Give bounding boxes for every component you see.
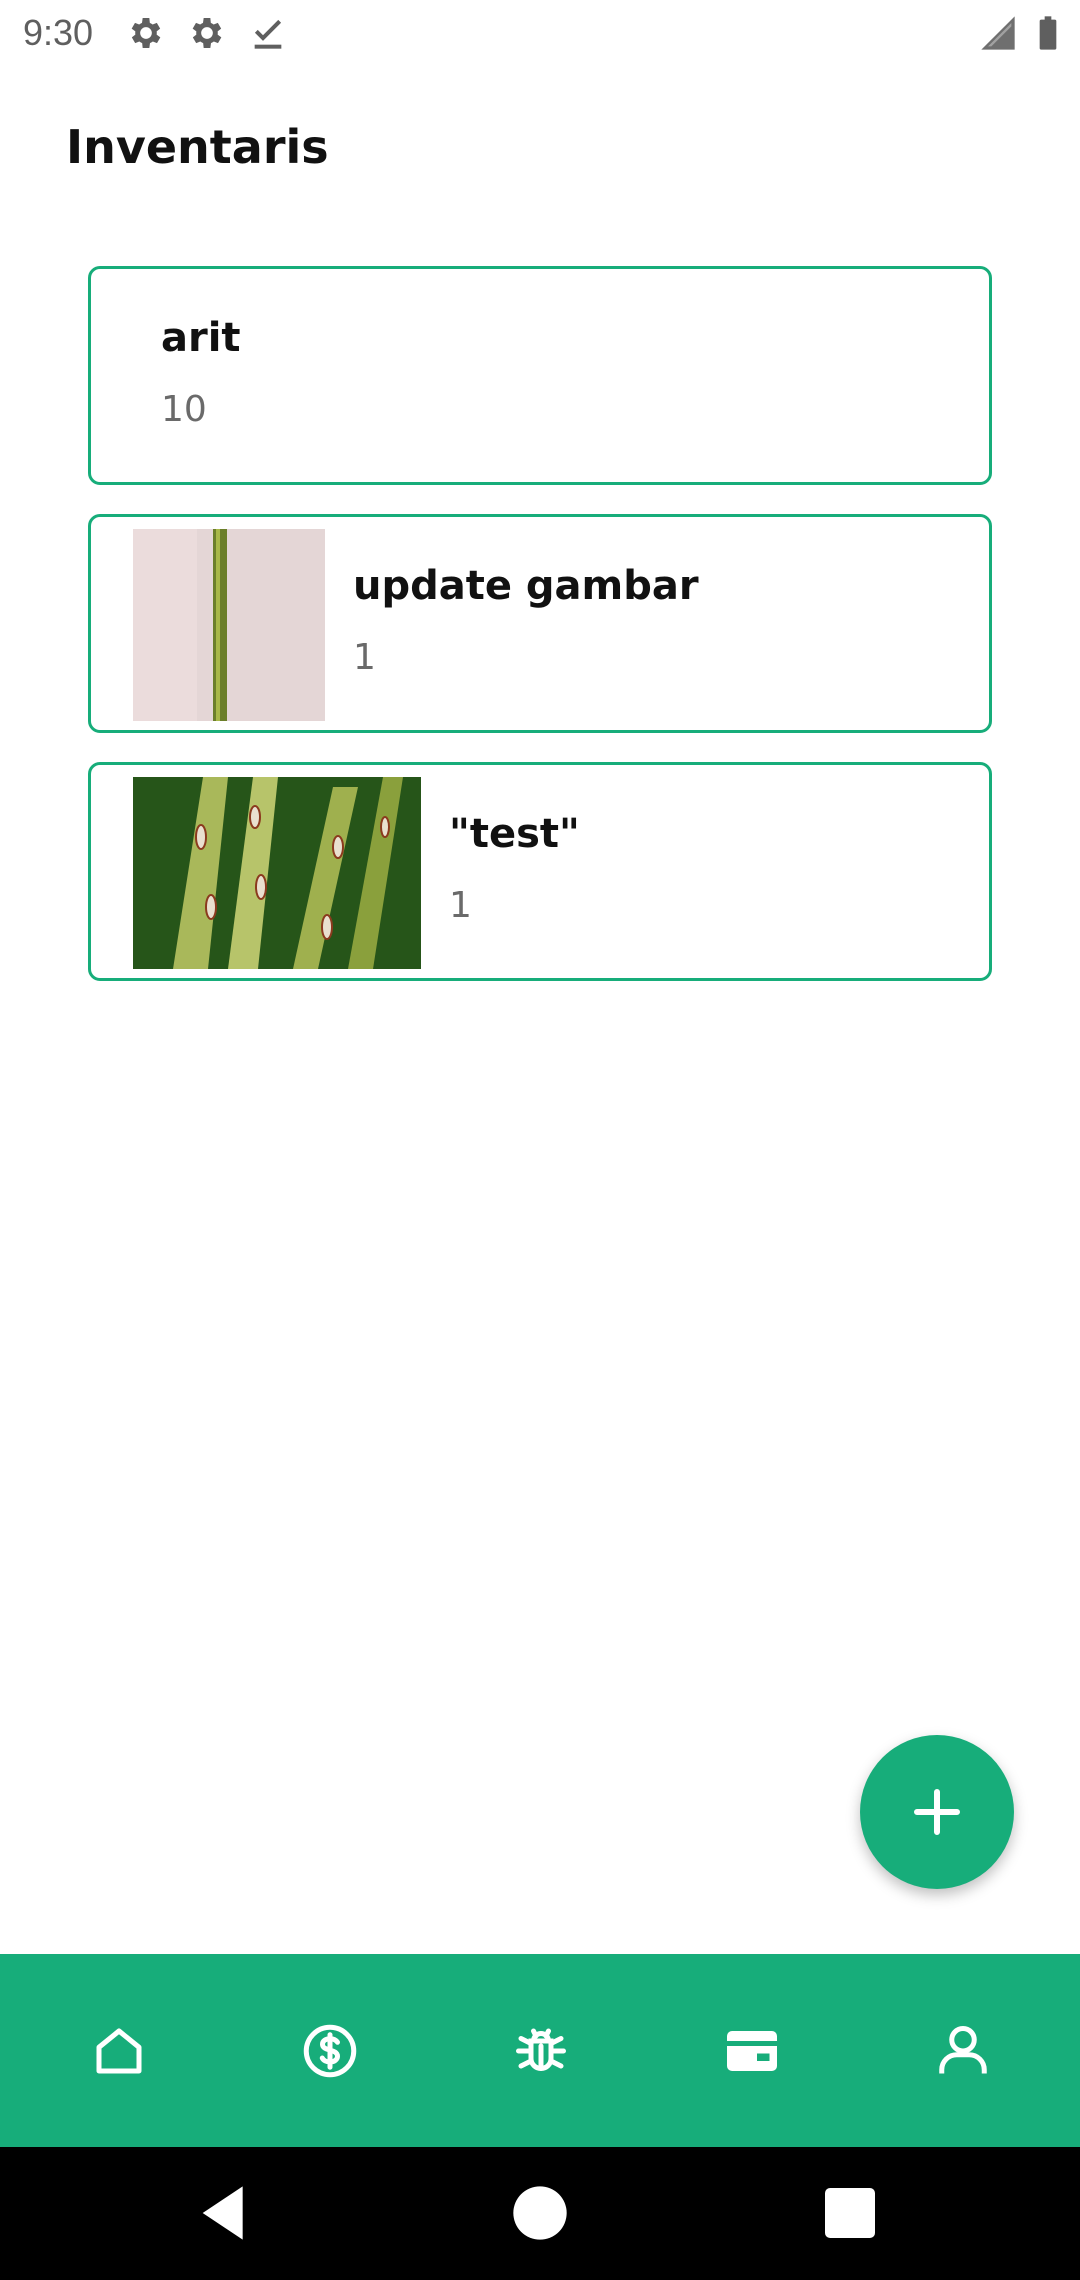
status-time: 9:30 bbox=[23, 12, 94, 53]
person-icon bbox=[939, 2026, 987, 2074]
dollar-icon bbox=[303, 2024, 357, 2078]
plus-icon bbox=[914, 1789, 960, 1835]
item-image bbox=[133, 529, 325, 721]
inventory-card[interactable]: "test" 1 bbox=[88, 762, 992, 981]
recents-button[interactable] bbox=[810, 2173, 890, 2253]
inventory-card[interactable]: update gambar 1 bbox=[88, 514, 992, 733]
item-quantity: 1 bbox=[449, 885, 472, 926]
item-quantity: 1 bbox=[353, 637, 376, 678]
nav-inventory[interactable] bbox=[644, 1954, 860, 2147]
home-icon bbox=[96, 2028, 142, 2074]
nav-profile[interactable] bbox=[855, 1954, 1071, 2147]
home-circle-icon bbox=[513, 2186, 567, 2240]
system-nav-bar bbox=[0, 2147, 1080, 2280]
back-triangle-icon bbox=[202, 2186, 243, 2240]
settings-icon bbox=[187, 13, 227, 53]
item-name: update gambar bbox=[353, 563, 699, 609]
bug-icon bbox=[516, 2028, 566, 2071]
item-name: arit bbox=[161, 315, 241, 361]
page-title: Inventaris bbox=[66, 120, 329, 174]
recents-square-icon bbox=[825, 2188, 875, 2238]
bottom-nav bbox=[0, 1954, 1080, 2147]
nav-pests[interactable] bbox=[433, 1954, 649, 2147]
inventory-card[interactable]: arit 10 bbox=[88, 266, 992, 485]
settings-icon bbox=[126, 13, 166, 53]
back-button[interactable] bbox=[186, 2173, 266, 2253]
signal-icon bbox=[978, 13, 1018, 53]
wallet-icon bbox=[727, 2031, 777, 2071]
nav-home[interactable] bbox=[11, 1954, 227, 2147]
item-quantity: 10 bbox=[161, 389, 207, 430]
home-button[interactable] bbox=[500, 2173, 580, 2253]
item-name: "test" bbox=[449, 811, 580, 857]
nav-finance[interactable] bbox=[222, 1954, 438, 2147]
item-image bbox=[133, 777, 421, 969]
status-bar: 9:30 bbox=[0, 0, 1080, 66]
battery-icon bbox=[1028, 13, 1068, 53]
add-item-button[interactable] bbox=[860, 1735, 1014, 1889]
download-done-icon bbox=[248, 13, 288, 53]
